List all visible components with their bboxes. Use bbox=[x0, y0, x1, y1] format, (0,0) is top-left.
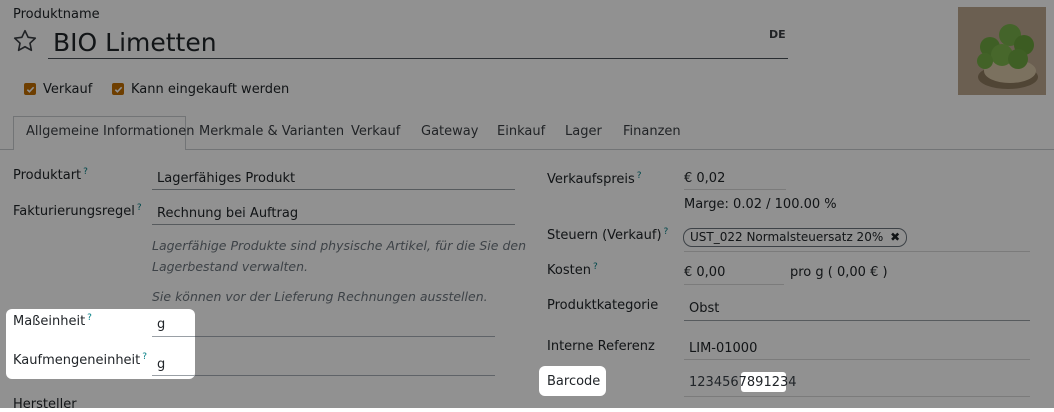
taxes-label: Steuern (Verkauf)? bbox=[547, 227, 669, 243]
tab-gateway[interactable]: Gateway bbox=[421, 124, 478, 139]
product-type-label: Produktart? bbox=[13, 167, 88, 183]
help-icon[interactable]: ? bbox=[637, 171, 642, 181]
internal-reference-input[interactable]: LIM-01000 bbox=[689, 341, 757, 356]
uom-select[interactable]: g bbox=[157, 317, 165, 332]
star-icon[interactable] bbox=[12, 28, 38, 54]
purchase-label: Kann eingekauft werden bbox=[131, 82, 290, 97]
barcode-input[interactable]: 1234567891234 bbox=[689, 375, 797, 390]
help-icon[interactable]: ? bbox=[83, 167, 88, 177]
cost-label: Kosten? bbox=[547, 262, 598, 278]
tab-attributes-variants[interactable]: Merkmale & Varianten bbox=[199, 124, 344, 139]
purchase-uom-label: Kaufmengeneinheit? bbox=[13, 352, 148, 368]
cost-per-unit: pro g ( 0,00 € ) bbox=[790, 265, 888, 280]
product-type-select[interactable]: Lagerfähiges Produkt bbox=[157, 171, 295, 186]
remove-tag-icon[interactable]: ✖ bbox=[890, 230, 900, 244]
margin-text: Marge: 0.02 / 100.00 % bbox=[684, 197, 837, 212]
purchase-checkbox[interactable] bbox=[112, 83, 124, 95]
storable-hint-2: Lagerbestand verwalten. bbox=[152, 259, 308, 274]
help-icon[interactable]: ? bbox=[664, 227, 669, 237]
uom-label: Maßeinheit? bbox=[13, 313, 92, 329]
tab-general-info-label[interactable]: Allgemeine Informationen bbox=[26, 124, 195, 139]
tax-tag-label: UST_022 Normalsteuersatz 20% bbox=[690, 230, 884, 244]
product-name-label: Produktname bbox=[13, 7, 100, 22]
help-icon[interactable]: ? bbox=[142, 352, 147, 362]
category-label: Produktkategorie bbox=[547, 298, 659, 313]
tax-tag[interactable]: UST_022 Normalsteuersatz 20% ✖ bbox=[683, 228, 908, 247]
tab-sales[interactable]: Verkauf bbox=[351, 124, 400, 139]
help-icon[interactable]: ? bbox=[87, 313, 92, 323]
internal-reference-label: Interne Referenz bbox=[547, 339, 655, 354]
sales-price-input[interactable]: € 0,02 bbox=[684, 171, 725, 186]
invoice-hint: Sie können vor der Lieferung Rechnungen … bbox=[152, 289, 488, 304]
invoice-policy-label: Fakturierungsregel? bbox=[13, 203, 142, 219]
sale-label: Verkauf bbox=[43, 82, 93, 97]
product-image[interactable] bbox=[958, 7, 1046, 95]
invoice-policy-select[interactable]: Rechnung bei Auftrag bbox=[157, 206, 298, 221]
cost-input[interactable]: € 0,00 bbox=[684, 265, 725, 280]
manufacturer-label: Hersteller bbox=[13, 397, 77, 412]
tab-accounting[interactable]: Finanzen bbox=[623, 124, 681, 139]
tab-inventory[interactable]: Lager bbox=[565, 124, 602, 139]
sale-checkbox[interactable] bbox=[24, 83, 36, 95]
category-select[interactable]: Obst bbox=[689, 301, 719, 316]
sales-price-label: Verkaufspreis? bbox=[547, 171, 642, 187]
product-name-input[interactable]: BIO Limetten bbox=[53, 28, 217, 57]
tab-purchase[interactable]: Einkauf bbox=[497, 124, 545, 139]
purchase-uom-select[interactable]: g bbox=[157, 357, 165, 372]
barcode-label: Barcode bbox=[547, 374, 601, 389]
help-icon[interactable]: ? bbox=[137, 203, 142, 213]
language-badge[interactable]: DE bbox=[769, 28, 786, 41]
help-icon[interactable]: ? bbox=[593, 262, 598, 272]
storable-hint: Lagerfähige Produkte sind physische Arti… bbox=[152, 238, 526, 253]
